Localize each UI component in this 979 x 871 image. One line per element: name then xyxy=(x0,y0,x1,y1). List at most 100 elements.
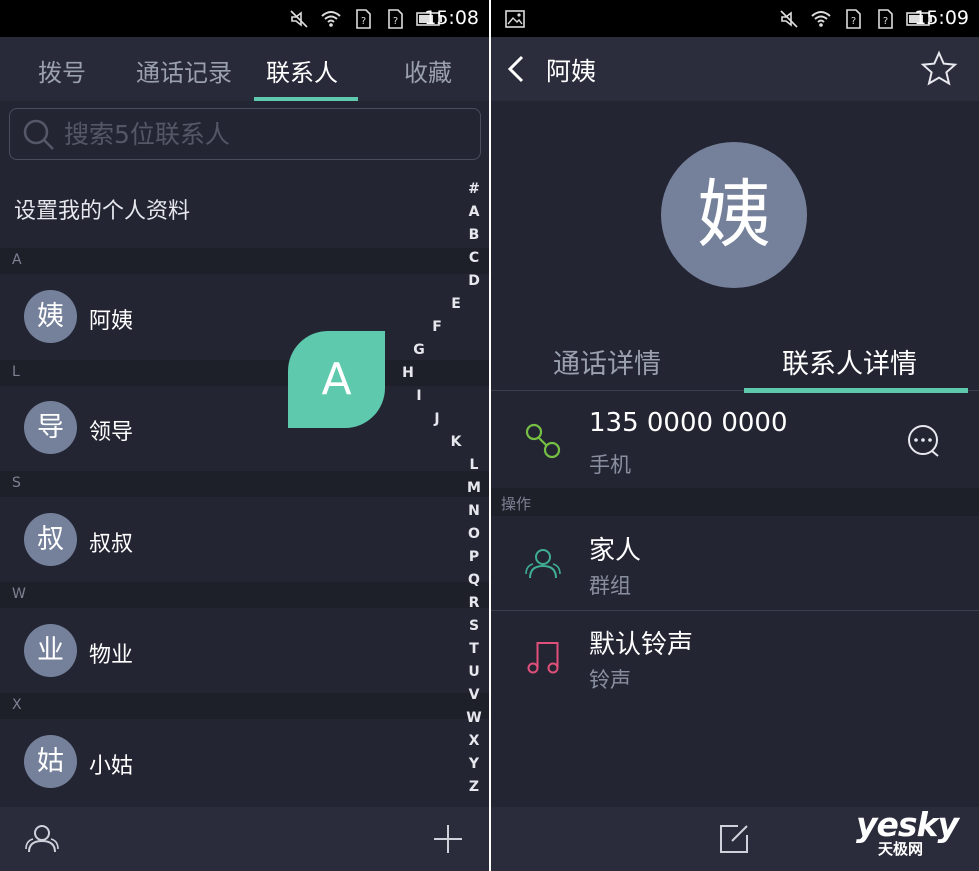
status-bar: ? ? 15:08 xyxy=(0,0,489,37)
index-letter[interactable]: B xyxy=(466,227,482,243)
ringtone-row[interactable]: 默认铃声 铃声 xyxy=(491,611,979,705)
contact-avatar: 姨 xyxy=(661,142,807,288)
back-arrow-icon[interactable] xyxy=(506,54,526,84)
index-letter[interactable]: Q xyxy=(466,572,482,588)
index-letter[interactable]: V xyxy=(466,687,482,703)
index-letter[interactable]: S xyxy=(466,618,482,634)
index-letter[interactable]: I xyxy=(411,388,427,404)
bottom-bar xyxy=(0,807,489,871)
index-letter[interactable]: L xyxy=(466,457,482,473)
phone-type: 手机 xyxy=(589,453,631,477)
index-letter[interactable]: J xyxy=(429,411,445,427)
section-letter: X xyxy=(12,697,22,713)
avatar: 姨 xyxy=(24,290,77,343)
index-letter[interactable]: O xyxy=(466,526,482,542)
contact-detail-screen: ? ? 15:09 阿姨 姨 通话详情 联系人详情 135 0000 0000 … xyxy=(491,0,979,871)
ringtone-label: 铃声 xyxy=(589,668,631,692)
group-icon xyxy=(525,549,561,579)
setup-profile-item[interactable]: 设置我的个人资料 xyxy=(14,193,190,225)
index-letter[interactable]: A xyxy=(466,204,482,220)
section-header: A xyxy=(0,248,489,274)
group-label: 群组 xyxy=(589,574,631,598)
group-row[interactable]: 家人 群组 xyxy=(491,516,979,610)
avatar: 导 xyxy=(24,401,77,454)
tab-contact-details[interactable]: 联系人详情 xyxy=(782,342,917,381)
status-bar: ? ? 15:09 xyxy=(491,0,979,37)
operations-label: 操作 xyxy=(501,495,532,513)
contacts-tab-bar: 拨号 通话记录 联系人 收藏 xyxy=(0,37,489,101)
contact-item[interactable]: 导 领导 xyxy=(0,385,460,471)
section-header: X xyxy=(0,693,489,719)
tab-call-log[interactable]: 通话记录 xyxy=(136,53,232,88)
contact-name: 叔叔 xyxy=(89,532,134,557)
yesky-watermark: yesky 天极网 xyxy=(856,805,974,858)
wifi-icon xyxy=(321,11,341,27)
avatar: 业 xyxy=(24,624,77,677)
sim1-icon: ? xyxy=(846,9,861,29)
section-letter: A xyxy=(12,252,22,268)
status-time: 15:09 xyxy=(914,7,969,29)
contact-item[interactable]: 姨 阿姨 xyxy=(0,274,460,360)
edit-icon[interactable] xyxy=(716,821,752,857)
contacts-screen: ? ? 15:08 拨号 通话记录 联系人 收藏 设置我的个人资料 A 姨 阿姨… xyxy=(0,0,489,871)
index-letter[interactable]: R xyxy=(466,595,482,611)
bottom-bar: yesky 天极网 xyxy=(491,805,979,871)
music-note-icon xyxy=(527,642,559,674)
index-letter[interactable]: # xyxy=(466,181,482,197)
plus-icon[interactable] xyxy=(430,821,466,857)
contact-name: 领导 xyxy=(89,420,134,445)
index-letter[interactable]: H xyxy=(400,365,416,381)
section-header: W xyxy=(0,582,489,608)
svg-text:?: ? xyxy=(393,16,398,27)
contact-item[interactable]: 姑 小姑 xyxy=(0,719,460,805)
active-tab-indicator xyxy=(254,97,358,101)
wifi-icon xyxy=(811,11,831,27)
avatar: 姑 xyxy=(24,735,77,788)
phone-row[interactable]: 135 0000 0000 手机 xyxy=(491,393,979,488)
operations-section-header: 操作 xyxy=(491,488,979,516)
index-letter[interactable]: K xyxy=(448,434,464,450)
index-letter[interactable]: U xyxy=(466,664,482,680)
tab-favorites[interactable]: 收藏 xyxy=(404,53,452,88)
index-letter[interactable]: X xyxy=(466,733,482,749)
index-letter[interactable]: E xyxy=(448,296,464,312)
index-letter[interactable]: F xyxy=(429,319,445,335)
contact-title: 阿姨 xyxy=(546,57,597,86)
watermark-subtitle: 天极网 xyxy=(878,840,924,858)
index-letter[interactable]: T xyxy=(466,641,482,657)
index-letter[interactable]: D xyxy=(466,273,482,289)
section-letter: L xyxy=(12,364,20,380)
message-icon[interactable] xyxy=(905,423,941,459)
phone-icon xyxy=(525,423,561,459)
tab-call-details[interactable]: 通话详情 xyxy=(553,342,661,381)
index-letter[interactable]: W xyxy=(466,710,482,726)
detail-header: 阿姨 xyxy=(491,37,979,101)
search-input[interactable] xyxy=(64,116,464,152)
sim2-icon: ? xyxy=(388,9,403,29)
star-icon[interactable] xyxy=(920,50,958,88)
sim2-icon: ? xyxy=(878,9,893,29)
group-value: 家人 xyxy=(589,536,642,566)
index-letter[interactable]: Y xyxy=(466,756,482,772)
status-icons: ? ? xyxy=(778,8,934,30)
phone-number: 135 0000 0000 xyxy=(589,408,788,438)
index-letter[interactable]: C xyxy=(466,250,482,266)
index-letter-bubble: A xyxy=(288,331,385,428)
ringtone-value: 默认铃声 xyxy=(589,630,694,660)
tab-contacts[interactable]: 联系人 xyxy=(266,53,338,88)
index-letter[interactable]: Z xyxy=(466,779,482,795)
index-letter[interactable]: M xyxy=(466,480,482,496)
contact-name: 阿姨 xyxy=(89,309,134,334)
index-letter[interactable]: N xyxy=(466,503,482,519)
contacts-group-icon[interactable] xyxy=(24,821,60,857)
status-icons: ? ? xyxy=(288,8,444,30)
index-letter[interactable]: P xyxy=(466,549,482,565)
contact-item[interactable]: 业 物业 xyxy=(0,608,460,694)
image-notification-icon xyxy=(505,10,525,28)
section-letter: S xyxy=(12,475,21,491)
index-letter[interactable]: G xyxy=(411,342,427,358)
contact-item[interactable]: 叔 叔叔 xyxy=(0,497,460,583)
search-icon xyxy=(23,119,54,150)
search-box[interactable] xyxy=(9,108,481,160)
tab-dialer[interactable]: 拨号 xyxy=(38,53,86,88)
